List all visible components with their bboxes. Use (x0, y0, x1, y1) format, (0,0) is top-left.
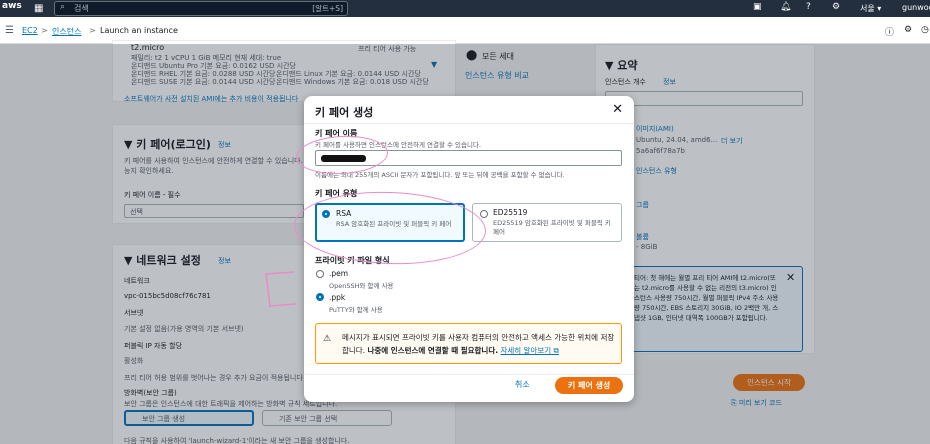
breadcrumb-current: Launch an instance (100, 26, 178, 35)
warning-alert: ⚠ 메시지가 표시되면 프라이빗 키를 사용자 컴퓨터의 안전하고 액세스 가능… (315, 323, 622, 364)
warning-icon: ⚠ (323, 334, 332, 344)
modal-title: 키 페어 생성 (315, 106, 374, 119)
top-nav-bar: aws ▦ ⌕ 검색 [알트+S] ▣ 🔔︎ ? ⚙ 서울 ▾ gunwook (0, 0, 930, 17)
user-menu[interactable]: gunwook (902, 3, 930, 12)
settings-icon[interactable]: ⚙ (904, 25, 912, 35)
warning-bold: 나중에 인스턴스에 연결할 때 필요합니다. (367, 346, 499, 355)
keypair-type-ed25519[interactable]: ED25519 ED25519 암호화된 프라이빗 및 퍼블릭 키 페어 (472, 203, 622, 242)
terminal-icon[interactable]: ▣ (753, 2, 762, 12)
radio-ed25519[interactable] (480, 210, 488, 218)
aws-logo[interactable]: aws (2, 1, 22, 11)
menu-icon[interactable]: ☰ (5, 25, 14, 36)
search-icon: ⌕ (60, 2, 66, 12)
breadcrumb-separator: > (89, 26, 96, 35)
radio-pem[interactable] (316, 270, 324, 278)
external-link-icon: ⧉ (553, 346, 559, 355)
breadcrumb-instances[interactable]: 인스턴스 (52, 26, 81, 37)
breadcrumb-separator: > (41, 26, 48, 35)
pink-bracket-annotation (265, 271, 297, 307)
bell-icon[interactable]: 🔔︎ (780, 2, 791, 12)
pem-title: .pem (329, 269, 349, 278)
radio-ppk[interactable] (316, 293, 324, 301)
info-circle-icon[interactable]: ⓘ (885, 25, 894, 38)
pem-desc: OpenSSH와 함께 사용 (329, 282, 394, 290)
services-grid-icon[interactable]: ▦ (34, 3, 43, 14)
modal-footer-divider (304, 374, 634, 375)
close-icon[interactable]: ✕ (612, 102, 623, 117)
ed25519-desc: ED25519 암호화된 프라이빗 및 퍼블릭 키 페어 (493, 219, 611, 236)
help-icon[interactable]: ? (806, 2, 811, 12)
region-selector[interactable]: 서울 ▾ (860, 3, 881, 14)
ppk-desc: PuTTY와 함께 사용 (329, 306, 383, 314)
ed25519-title: ED25519 (493, 208, 528, 217)
cancel-button[interactable]: 취소 (515, 379, 530, 390)
search-placeholder: 검색 (74, 4, 89, 13)
warning-text: 메시지가 표시되면 프라이빗 키를 사용자 컴퓨터의 안전하고 액세스 가능한 … (342, 331, 620, 357)
learn-more-link[interactable]: 자세히 알아보기 ⧉ (500, 346, 558, 355)
search-input[interactable]: ⌕ 검색 [알트+S] (54, 1, 348, 16)
modal-divider (304, 123, 634, 124)
breadcrumb-ec2[interactable]: EC2 (22, 26, 38, 35)
create-keypair-modal: 키 페어 생성 ✕ 키 페어 이름 키 페어를 사용하면 인스턴스에 안전하게 … (292, 96, 634, 402)
learn-more-label: 자세히 알아보기 (500, 346, 552, 355)
gear-icon[interactable]: ⚙ (832, 2, 840, 12)
search-shortcut: [알트+S] (312, 4, 343, 13)
time-icon[interactable]: ◷ (921, 25, 929, 35)
create-keypair-button[interactable]: 키 페어 생성 (555, 377, 623, 394)
ppk-title: .ppk (329, 293, 346, 302)
